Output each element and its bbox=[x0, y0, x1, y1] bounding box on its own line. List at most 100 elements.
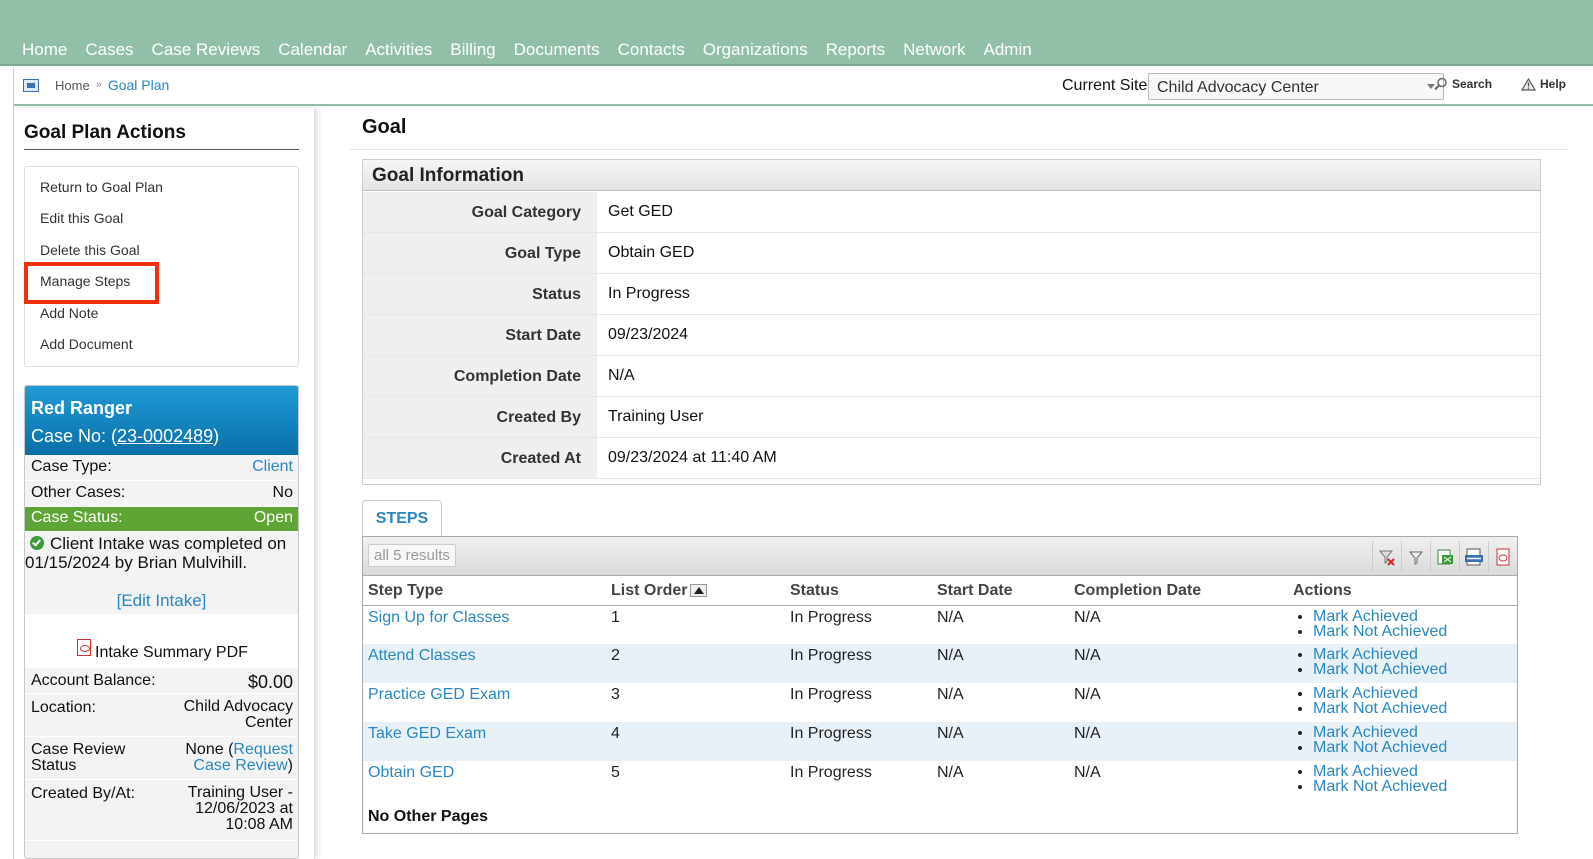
case-review-value: None (Request Case Review) bbox=[173, 742, 293, 774]
table-row: Practice GED Exam 3 In Progress N/A N/A … bbox=[363, 683, 1517, 722]
action-return-to-goal-plan[interactable]: Return to Goal Plan bbox=[40, 179, 163, 195]
clear-filter-button[interactable] bbox=[1372, 541, 1400, 572]
created-at-value: 09/23/2024 at 11:40 AM bbox=[608, 449, 777, 466]
info-row-created-at: Created At 09/23/2024 at 11:40 AM bbox=[363, 438, 1540, 479]
breadcrumb-home[interactable]: Home bbox=[55, 78, 90, 93]
mark-not-achieved-link[interactable]: Mark Not Achieved bbox=[1313, 623, 1447, 640]
mark-not-achieved-link[interactable]: Mark Not Achieved bbox=[1313, 700, 1447, 717]
current-site-select[interactable]: Child Advocacy Center bbox=[1148, 73, 1444, 100]
nav-item-calendar[interactable]: Calendar bbox=[278, 40, 347, 60]
table-row: Attend Classes 2 In Progress N/A N/A Mar… bbox=[363, 644, 1517, 683]
column-start-date[interactable]: Start Date bbox=[932, 577, 1069, 606]
tab-steps[interactable]: STEPS bbox=[362, 500, 442, 536]
column-step-type[interactable]: Step Type bbox=[363, 577, 606, 606]
row-actions: Mark AchievedMark Not Achieved bbox=[1293, 686, 1512, 717]
mark-not-achieved-link[interactable]: Mark Not Achieved bbox=[1313, 778, 1447, 795]
help-button[interactable]: Help bbox=[1521, 77, 1566, 91]
steps-panel: all 5 results Step Type List Order Statu… bbox=[362, 536, 1518, 834]
nav-item-home[interactable]: Home bbox=[22, 40, 67, 60]
start-date-cell: N/A bbox=[937, 764, 964, 781]
step-type-link[interactable]: Obtain GED bbox=[368, 764, 454, 781]
case-status-row: Case Status: Open bbox=[25, 507, 298, 532]
intake-summary-pdf[interactable]: Intake Summary PDF bbox=[25, 614, 298, 668]
nav-item-documents[interactable]: Documents bbox=[514, 40, 600, 60]
search-label: Search bbox=[1452, 77, 1493, 91]
location-row: Location: Child Advocacy Center bbox=[25, 695, 298, 737]
completion-date-label: Completion Date bbox=[363, 356, 597, 396]
action-delete-goal[interactable]: Delete this Goal bbox=[40, 242, 140, 258]
nav-item-contacts[interactable]: Contacts bbox=[618, 40, 685, 60]
action-edit-goal[interactable]: Edit this Goal bbox=[40, 210, 123, 226]
edit-intake-link[interactable]: [Edit Intake] bbox=[25, 591, 298, 611]
nav-item-network[interactable]: Network bbox=[903, 40, 965, 60]
column-completion-date[interactable]: Completion Date bbox=[1069, 577, 1288, 606]
help-label: Help bbox=[1540, 77, 1567, 91]
status-value: In Progress bbox=[608, 285, 690, 302]
nav-item-billing[interactable]: Billing bbox=[450, 40, 495, 60]
completion-date-cell: N/A bbox=[1074, 764, 1101, 781]
info-row-status: Status In Progress bbox=[363, 274, 1540, 315]
other-cases-value: No bbox=[272, 484, 293, 501]
step-type-link[interactable]: Attend Classes bbox=[368, 647, 476, 664]
excel-export-button[interactable] bbox=[1430, 541, 1458, 572]
case-review-row: Case Review Status None (Request Case Re… bbox=[25, 738, 298, 780]
status-label: Status bbox=[363, 274, 597, 314]
step-type-link[interactable]: Take GED Exam bbox=[368, 725, 486, 742]
case-type-link[interactable]: Client bbox=[252, 458, 293, 476]
help-icon bbox=[1521, 77, 1536, 91]
column-actions: Actions bbox=[1288, 577, 1517, 606]
created-by-label: Created By bbox=[363, 397, 597, 437]
status-cell: In Progress bbox=[790, 608, 872, 626]
nav-item-organizations[interactable]: Organizations bbox=[703, 40, 808, 60]
top-navigation: Home Cases Case Reviews Calendar Activit… bbox=[0, 0, 1593, 66]
info-row-start-date: Start Date 09/23/2024 bbox=[363, 315, 1540, 356]
action-add-note[interactable]: Add Note bbox=[40, 305, 98, 321]
intake-summary-pdf-label: Intake Summary PDF bbox=[95, 644, 248, 661]
current-site-label: Current Site bbox=[1062, 77, 1148, 94]
goal-category-label: Goal Category bbox=[363, 192, 597, 232]
completion-date-value: N/A bbox=[608, 367, 635, 384]
title-divider bbox=[350, 149, 1568, 150]
nav-item-cases[interactable]: Cases bbox=[85, 40, 133, 60]
nav-item-case-reviews[interactable]: Case Reviews bbox=[152, 40, 261, 60]
breadcrumb-current[interactable]: Goal Plan bbox=[108, 77, 169, 93]
case-number: Case No: (23-0002489) bbox=[31, 426, 219, 447]
nav-item-admin[interactable]: Admin bbox=[984, 40, 1032, 60]
status-cell: In Progress bbox=[785, 722, 932, 761]
step-type-link[interactable]: Practice GED Exam bbox=[368, 686, 510, 703]
filter-icon bbox=[1408, 551, 1423, 565]
nav-item-reports[interactable]: Reports bbox=[826, 40, 886, 60]
search-button[interactable]: Search bbox=[1434, 77, 1492, 91]
sidebar-toggle-icon[interactable] bbox=[23, 79, 39, 92]
nav-item-activities[interactable]: Activities bbox=[365, 40, 432, 60]
goal-category-value: Get GED bbox=[608, 203, 673, 220]
sort-ascending-icon[interactable] bbox=[690, 583, 708, 597]
pdf-export-button[interactable] bbox=[1488, 541, 1516, 572]
table-row: Obtain GED 5 In Progress N/A N/A Mark Ac… bbox=[363, 761, 1517, 800]
start-date-cell: N/A bbox=[932, 722, 1069, 761]
results-count[interactable]: all 5 results bbox=[368, 544, 456, 567]
start-date-label: Start Date bbox=[363, 315, 597, 355]
case-number-link[interactable]: 23-0002489 bbox=[117, 426, 213, 446]
account-balance-value: $0.00 bbox=[247, 672, 293, 692]
row-actions: Mark AchievedMark Not Achieved bbox=[1293, 608, 1512, 640]
mark-not-achieved-link[interactable]: Mark Not Achieved bbox=[1313, 661, 1447, 678]
row-actions: Mark AchievedMark Not Achieved bbox=[1293, 764, 1512, 795]
mark-not-achieved-link[interactable]: Mark Not Achieved bbox=[1313, 739, 1447, 756]
csv-export-button[interactable] bbox=[1459, 541, 1487, 572]
intake-message: Client Intake was completed on 01/15/202… bbox=[25, 534, 298, 572]
filter-button[interactable] bbox=[1401, 541, 1429, 572]
other-cases-label: Other Cases: bbox=[31, 484, 126, 501]
pdf-export-icon bbox=[1496, 548, 1509, 565]
intake-message-text: Client Intake was completed on 01/15/202… bbox=[25, 534, 287, 572]
case-type-row: Case Type: Client bbox=[25, 456, 298, 481]
step-type-link[interactable]: Sign Up for Classes bbox=[368, 609, 509, 626]
created-at-label: Created At bbox=[363, 438, 597, 478]
check-circle-icon bbox=[30, 536, 44, 550]
search-icon bbox=[1434, 77, 1447, 91]
column-status[interactable]: Status bbox=[785, 577, 932, 606]
table-row: Take GED Exam 4 In Progress N/A N/A Mark… bbox=[363, 722, 1517, 761]
created-value: Training User - 12/06/2023 at 10:08 AM bbox=[187, 784, 293, 833]
action-add-document[interactable]: Add Document bbox=[40, 336, 133, 352]
column-list-order[interactable]: List Order bbox=[606, 577, 785, 606]
